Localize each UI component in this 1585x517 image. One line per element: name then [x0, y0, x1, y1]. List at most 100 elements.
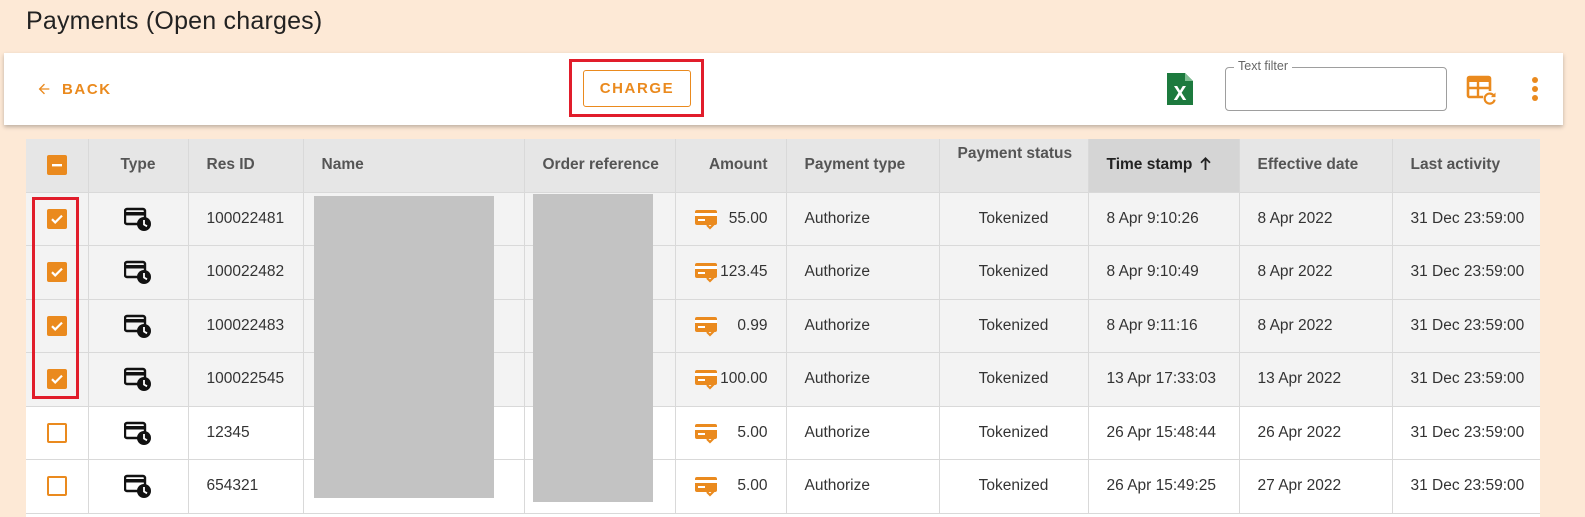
payment-type-cell: Authorize — [786, 406, 940, 460]
type-cell — [88, 299, 189, 353]
row-select-cell — [26, 459, 89, 514]
table-header-row: Type Res ID Name Order reference Amount … — [26, 139, 1540, 193]
text-filter-label: Text filter — [1234, 59, 1293, 73]
payment-status-cell: Tokenized — [939, 245, 1089, 300]
payment-status-cell: Tokenized — [939, 352, 1089, 407]
type-cell — [88, 352, 189, 407]
column-header-order-reference[interactable]: Order reference — [524, 139, 676, 193]
time-stamp-cell: 8 Apr 9:10:49 — [1088, 245, 1240, 300]
payment-status-cell: Tokenized — [939, 406, 1089, 460]
column-header-type[interactable]: Type — [88, 139, 189, 193]
select-all-checkbox[interactable] — [46, 155, 67, 176]
payment-type-cell: Authorize — [786, 352, 940, 407]
card-clock-icon — [124, 368, 151, 392]
more-vert-icon[interactable] — [1528, 73, 1542, 105]
redacted-names — [314, 196, 494, 498]
time-stamp-cell: 26 Apr 15:49:25 — [1088, 459, 1240, 514]
table-row[interactable]: 654321 5.00 Authorize Tokenized 26 Apr 15:49… — [26, 459, 1540, 514]
effective-date-cell: 13 Apr 2022 — [1239, 352, 1393, 407]
res-id-cell: 100022545 — [188, 352, 304, 407]
column-header-payment-status[interactable]: Payment status — [939, 139, 1089, 193]
payment-type-cell: Authorize — [786, 192, 940, 246]
res-id-cell: 100022483 — [188, 299, 304, 353]
column-header-time-stamp[interactable]: Time stamp — [1088, 139, 1240, 193]
card-clock-icon — [124, 207, 151, 231]
amount-value: 55.00 — [728, 209, 768, 227]
back-button[interactable]: BACK — [36, 75, 112, 103]
column-header-res-id[interactable]: Res ID — [188, 139, 304, 193]
effective-date-cell: 8 Apr 2022 — [1239, 192, 1393, 246]
card-clock-icon — [124, 421, 151, 445]
res-id-cell: 12345 — [188, 406, 304, 460]
amount-value: 5.00 — [737, 423, 768, 441]
toolbar: BACK CHARGE Text filter — [4, 53, 1563, 125]
last-activity-cell: 31 Dec 23:59:00 — [1392, 299, 1540, 353]
charge-button[interactable]: CHARGE — [583, 70, 691, 107]
type-cell — [88, 245, 189, 300]
time-stamp-header-label: Time stamp — [1106, 156, 1193, 174]
table-row[interactable]: 12345 5.00 Authorize Tokenized 26 Apr 15:48:… — [26, 406, 1540, 460]
effective-date-cell: 26 Apr 2022 — [1239, 406, 1393, 460]
effective-date-cell: 8 Apr 2022 — [1239, 245, 1393, 300]
last-activity-cell: 31 Dec 23:59:00 — [1392, 406, 1540, 460]
payment-type-cell: Authorize — [786, 459, 940, 514]
text-filter-input[interactable] — [1236, 80, 1436, 102]
payment-type-cell: Authorize — [786, 245, 940, 300]
amount-cell: 5.00 — [675, 459, 787, 514]
card-check-icon — [694, 263, 717, 283]
table-body: 100022481 55.00 Authorize Tokenized 8 Apr 9:… — [26, 192, 1540, 514]
amount-value: 0.99 — [737, 316, 768, 334]
payment-status-cell: Tokenized — [939, 299, 1089, 353]
indeterminate-icon — [51, 164, 62, 167]
table-row[interactable]: 100022483 0.99 Authorize Tokenized 8 Apr 9:1… — [26, 299, 1540, 353]
row-checkbox[interactable] — [46, 422, 67, 443]
type-cell — [88, 192, 189, 246]
type-cell — [88, 459, 189, 514]
effective-date-cell: 27 Apr 2022 — [1239, 459, 1393, 514]
last-activity-cell: 31 Dec 23:59:00 — [1392, 245, 1540, 300]
table-refresh-icon[interactable] — [1466, 74, 1498, 106]
back-button-label: BACK — [62, 80, 112, 98]
card-check-icon — [694, 423, 717, 444]
payment-type-cell: Authorize — [786, 299, 940, 353]
column-header-amount[interactable]: Amount — [675, 139, 787, 193]
last-activity-cell: 31 Dec 23:59:00 — [1392, 459, 1540, 514]
table-row[interactable]: 100022545 100.00 Authorize Tokenized 13 Apr … — [26, 352, 1540, 407]
payment-status-cell: Tokenized — [939, 192, 1089, 246]
res-id-cell: 100022481 — [188, 192, 304, 246]
redacted-order-references — [533, 194, 653, 502]
time-stamp-cell: 8 Apr 9:10:26 — [1088, 192, 1240, 246]
excel-icon[interactable] — [1167, 73, 1193, 105]
column-header-name[interactable]: Name — [303, 139, 525, 193]
type-cell — [88, 406, 189, 460]
time-stamp-cell: 8 Apr 9:11:16 — [1088, 299, 1240, 353]
amount-cell: 0.99 — [675, 299, 787, 353]
checkbox-highlight-annotation — [32, 197, 79, 399]
column-header-effective-date[interactable]: Effective date — [1239, 139, 1393, 193]
row-select-cell — [26, 406, 89, 460]
card-check-icon — [694, 316, 717, 337]
amount-cell: 123.45 — [675, 245, 787, 300]
card-check-icon — [694, 209, 717, 230]
amount-value: 123.45 — [720, 263, 768, 281]
time-stamp-cell: 26 Apr 15:48:44 — [1088, 406, 1240, 460]
card-check-icon — [694, 370, 717, 390]
card-clock-icon — [124, 261, 151, 285]
last-activity-cell: 31 Dec 23:59:00 — [1392, 192, 1540, 246]
time-stamp-cell: 13 Apr 17:33:03 — [1088, 352, 1240, 407]
table-row[interactable]: 100022481 55.00 Authorize Tokenized 8 Apr 9:… — [26, 192, 1540, 246]
text-filter-field[interactable]: Text filter — [1225, 59, 1447, 111]
amount-value: 5.00 — [737, 477, 768, 495]
res-id-cell: 654321 — [188, 459, 304, 514]
row-checkbox[interactable] — [46, 476, 67, 497]
payment-status-cell: Tokenized — [939, 459, 1089, 514]
card-clock-icon — [124, 314, 151, 338]
amount-value: 100.00 — [720, 370, 768, 388]
column-header-payment-type[interactable]: Payment type — [786, 139, 940, 193]
payments-table: Type Res ID Name Order reference Amount … — [26, 139, 1540, 517]
last-activity-cell: 31 Dec 23:59:00 — [1392, 352, 1540, 407]
card-clock-icon — [124, 475, 151, 499]
column-header-last-activity[interactable]: Last activity — [1392, 139, 1540, 193]
amount-cell: 5.00 — [675, 406, 787, 460]
table-row[interactable]: 100022482 123.45 Authorize Tokenized 8 Apr 9… — [26, 245, 1540, 300]
